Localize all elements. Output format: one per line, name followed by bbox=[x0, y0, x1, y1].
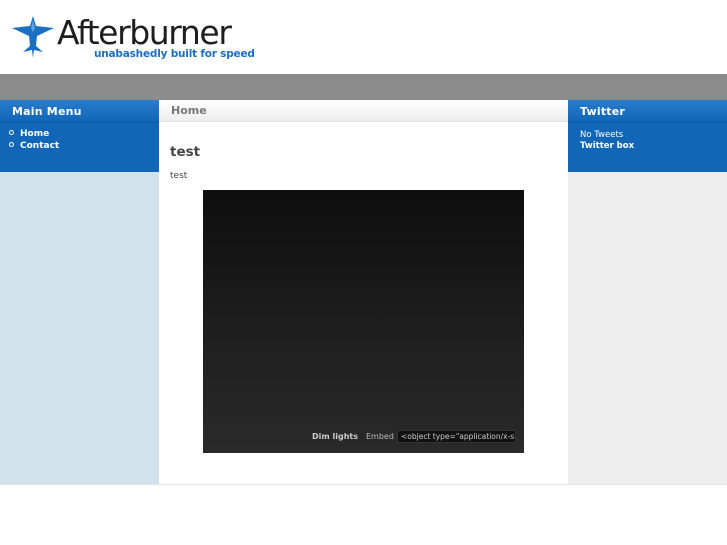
left-sidebar: Main Menu Home Contact bbox=[0, 100, 159, 484]
twitter-title: Twitter bbox=[580, 105, 626, 118]
twitter-title-bar: Twitter bbox=[568, 100, 727, 123]
menu-item-label: Home bbox=[20, 129, 50, 139]
main-menu-title-bar: Main Menu bbox=[0, 100, 159, 123]
embed-label: Embed bbox=[366, 432, 394, 441]
page-body-text: test bbox=[170, 171, 188, 181]
header-band bbox=[0, 74, 727, 100]
main-menu: Home Contact bbox=[9, 129, 59, 152]
embed-code-field[interactable]: <object type="application/x-sh bbox=[397, 430, 516, 443]
main-content: Home test test Dim lights Embed <object … bbox=[159, 100, 568, 484]
main-menu-block: Main Menu Home Contact bbox=[0, 100, 159, 172]
dim-lights-button[interactable]: Dim lights bbox=[312, 432, 358, 441]
breadcrumb: Home bbox=[159, 100, 568, 122]
page-title: test bbox=[170, 144, 201, 160]
circle-bullet-icon bbox=[9, 141, 14, 147]
breadcrumb-home-link[interactable]: Home bbox=[171, 104, 207, 117]
twitter-block: Twitter No Tweets Twitter box bbox=[568, 100, 727, 172]
menu-item-contact[interactable]: Contact bbox=[9, 141, 59, 153]
site-tagline: unabashedly built for speed bbox=[94, 48, 255, 60]
main-menu-title: Main Menu bbox=[12, 105, 82, 118]
site-name: Afterburner bbox=[57, 13, 232, 52]
no-tweets-text: No Tweets bbox=[580, 130, 624, 140]
menu-item-label: Contact bbox=[20, 140, 60, 151]
footer-divider bbox=[0, 484, 727, 485]
site-logo-link[interactable]: Afterburner unabashedly built for speed bbox=[10, 13, 255, 64]
site-header: Afterburner unabashedly built for speed bbox=[0, 0, 727, 74]
menu-item-home[interactable]: Home bbox=[9, 129, 59, 141]
twitter-box-link[interactable]: Twitter box bbox=[580, 141, 634, 151]
player-control-bar: Dim lights Embed <object type="applicati… bbox=[203, 430, 524, 445]
jet-icon bbox=[12, 16, 54, 58]
video-player[interactable]: Dim lights Embed <object type="applicati… bbox=[203, 190, 524, 453]
circle-bullet-icon bbox=[9, 130, 14, 135]
right-sidebar: Twitter No Tweets Twitter box bbox=[568, 100, 727, 484]
